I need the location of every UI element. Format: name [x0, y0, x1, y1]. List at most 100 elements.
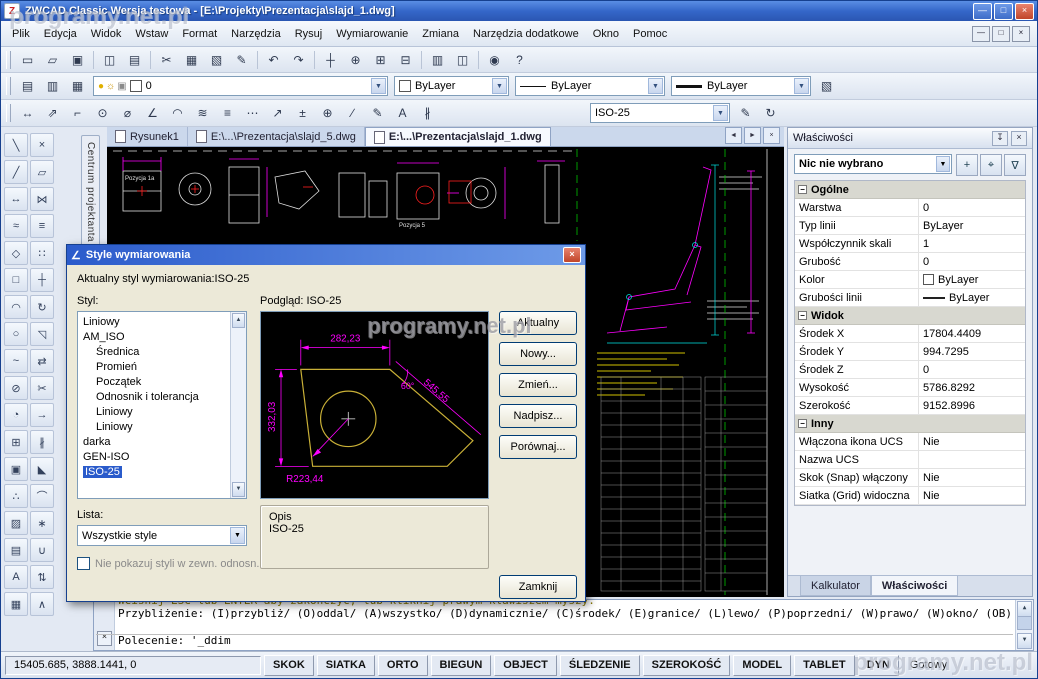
ray-icon[interactable]: ╱	[4, 160, 28, 184]
new-button[interactable]: Nowy...	[499, 342, 577, 366]
mdi-minimize-icon[interactable]: —	[972, 26, 990, 42]
doc-tab-e-prezentacja-slajd-1-dwg[interactable]: E:\...\Prezentacja\slajd_1.dwg	[365, 127, 551, 146]
status-toggle-orto[interactable]: ORTO	[378, 655, 428, 676]
new-icon[interactable]: ▭	[16, 48, 39, 71]
open-icon[interactable]: ▱	[41, 48, 64, 71]
chevron-down-icon[interactable]: ▼	[794, 78, 809, 94]
list-filter-dropdown[interactable]: Wszystkie style ▼	[77, 525, 247, 546]
fillet-icon[interactable]: ⌒	[30, 484, 54, 508]
chevron-down-icon[interactable]: ▼	[371, 78, 386, 94]
quick-select-icon[interactable]: ∇	[1004, 154, 1026, 176]
command-window[interactable]: × Wciśnij ESC lub ENTER aby zakończyć, l…	[93, 599, 1034, 651]
status-toggle-object[interactable]: OBJECT	[494, 655, 557, 676]
tab-close-icon[interactable]: ×	[763, 127, 780, 144]
ellipse-arc-icon[interactable]: ◔	[4, 403, 28, 427]
selection-dropdown[interactable]: Nic nie wybrano ▼	[794, 154, 952, 174]
copy-icon[interactable]: ▱	[30, 160, 54, 184]
hatch-icon[interactable]: ▨	[4, 511, 28, 535]
status-toggle-szerokosc[interactable]: SZEROKOŚĆ	[643, 655, 731, 676]
menu-plik[interactable]: Plik	[5, 25, 37, 43]
style-item-liniowy[interactable]: Liniowy	[78, 419, 246, 434]
current-button[interactable]: Aktualny	[499, 311, 577, 335]
scroll-down-icon[interactable]: ▼	[1017, 633, 1032, 649]
explode-icon[interactable]: ∗	[30, 511, 54, 535]
style-item-darka[interactable]: darka	[78, 434, 246, 449]
title-bar[interactable]: Z ZWCAD Classic Wersja testowa - [E:\Pro…	[1, 1, 1037, 21]
dim-aligned-icon[interactable]: ⇗	[41, 102, 64, 125]
menu-narzedzia-dodatkowe[interactable]: Narzędzia dodatkowe	[466, 25, 586, 43]
status-toggle-tablet[interactable]: TABLET	[794, 655, 855, 676]
layer-properties-icon[interactable]: ▤	[16, 75, 39, 98]
style-item-gen-iso[interactable]: GEN-ISO	[78, 449, 246, 464]
close-dialog-button[interactable]: Zamknij	[499, 575, 577, 599]
style-item-promien[interactable]: Promień	[78, 359, 246, 374]
stretch-icon[interactable]: ⇄	[30, 349, 54, 373]
lineweight-dropdown[interactable]: ByLayer ▼	[671, 76, 811, 96]
prop-row-grubosc[interactable]: Grubość0	[795, 253, 1025, 271]
close-button[interactable]: ×	[1015, 3, 1034, 20]
prop-row-wlaczona-ikona-ucs[interactable]: Włączona ikona UCSNie	[795, 433, 1025, 451]
join-icon[interactable]: ∪	[30, 538, 54, 562]
status-toggle-biegun[interactable]: BIEGUN	[431, 655, 492, 676]
status-toggle-siatka[interactable]: SIATKA	[317, 655, 375, 676]
style-item-poczatek[interactable]: Początek	[78, 374, 246, 389]
panel-tab-wlasciwosci[interactable]: Właściwości	[871, 576, 958, 596]
dialog-title-bar[interactable]: ∠ Style wymiarowania ×	[67, 245, 585, 265]
named-views-icon[interactable]: ▥	[426, 48, 449, 71]
paste-icon[interactable]: ▧	[205, 48, 228, 71]
menu-zmiana[interactable]: Zmiana	[415, 25, 466, 43]
style-item-liniowy[interactable]: Liniowy	[78, 404, 246, 419]
viewports-icon[interactable]: ◫	[451, 48, 474, 71]
menu-pomoc[interactable]: Pomoc	[626, 25, 674, 43]
design-center-tab[interactable]: Centrum projektanta	[81, 135, 100, 249]
menu-edycja[interactable]: Edycja	[37, 25, 84, 43]
tab-scroll-right-icon[interactable]: ►	[744, 127, 761, 144]
xref-checkbox[interactable]: Nie pokazuj styli w zewn. odnosn.	[77, 557, 259, 570]
toggle-pickadd-icon[interactable]: +	[956, 154, 978, 176]
scroll-up-icon[interactable]: ▲	[1017, 601, 1032, 617]
help-icon[interactable]: ?	[508, 48, 531, 71]
status-toggle-model[interactable]: MODEL	[733, 655, 791, 676]
dim-radius-icon[interactable]: ⊙	[91, 102, 114, 125]
prop-row-warstwa[interactable]: Warstwa0	[795, 199, 1025, 217]
prop-row-skok-snap-wlaczony[interactable]: Skok (Snap) włączonyNie	[795, 469, 1025, 487]
menu-narzedzia[interactable]: Narzędzia	[224, 25, 288, 43]
erase-icon[interactable]: ×	[30, 133, 54, 157]
ellipse-icon[interactable]: ⊘	[4, 376, 28, 400]
compare-button[interactable]: Porównaj...	[499, 435, 577, 459]
plot-preview-icon[interactable]: ◫	[98, 48, 121, 71]
zoom-realtime-icon[interactable]: ⊕	[344, 48, 367, 71]
dim-arc-icon[interactable]: ◠	[166, 102, 189, 125]
select-objects-icon[interactable]: ⌖	[980, 154, 1002, 176]
zoom-in-icon[interactable]: ◉	[483, 48, 506, 71]
polygon-icon[interactable]: ◇	[4, 241, 28, 265]
prop-group-inny[interactable]: −Inny	[795, 415, 1025, 433]
scroll-down-icon[interactable]: ▼	[232, 482, 245, 497]
status-toggle-sledzenie[interactable]: ŚLEDZENIE	[560, 655, 640, 676]
toolbar-grip[interactable]	[6, 51, 11, 69]
menu-widok[interactable]: Widok	[84, 25, 129, 43]
cut-icon[interactable]: ✂	[155, 48, 178, 71]
prop-row-kolor[interactable]: KolorByLayer	[795, 271, 1025, 289]
style-item-am-iso[interactable]: AM_ISO	[78, 329, 246, 344]
array-icon[interactable]: ∷	[30, 241, 54, 265]
region-icon[interactable]: ▤	[4, 538, 28, 562]
layer-states-icon[interactable]: ▥	[41, 75, 64, 98]
polyline-icon[interactable]: ≈	[4, 214, 28, 238]
dialog-close-icon[interactable]: ×	[563, 247, 581, 263]
menu-wstaw[interactable]: Wstaw	[128, 25, 175, 43]
prop-row-srodek-z[interactable]: Środek Z0	[795, 361, 1025, 379]
circle-icon[interactable]: ○	[4, 322, 28, 346]
chevron-down-icon[interactable]: ▼	[492, 78, 507, 94]
chevron-down-icon[interactable]: ▼	[648, 78, 663, 94]
doc-tab-rysunek1[interactable]: Rysunek1	[107, 127, 188, 146]
properties-panel-header[interactable]: Właściwości ↧ ×	[788, 128, 1032, 149]
doc-tab-e-prezentacja-slajd-5-dwg[interactable]: E:\...\Prezentacja\slajd_5.dwg	[188, 127, 365, 146]
save-icon[interactable]: ▣	[66, 48, 89, 71]
dim-break-icon[interactable]: ∦	[416, 102, 439, 125]
prop-group-widok[interactable]: −Widok	[795, 307, 1025, 325]
dim-baseline-icon[interactable]: ≡	[216, 102, 239, 125]
rectangle-icon[interactable]: □	[4, 268, 28, 292]
layer-dropdown[interactable]: ●☼▣ 0 ▼	[93, 76, 388, 96]
dimstyle-dropdown[interactable]: ISO-25 ▼	[590, 103, 730, 123]
